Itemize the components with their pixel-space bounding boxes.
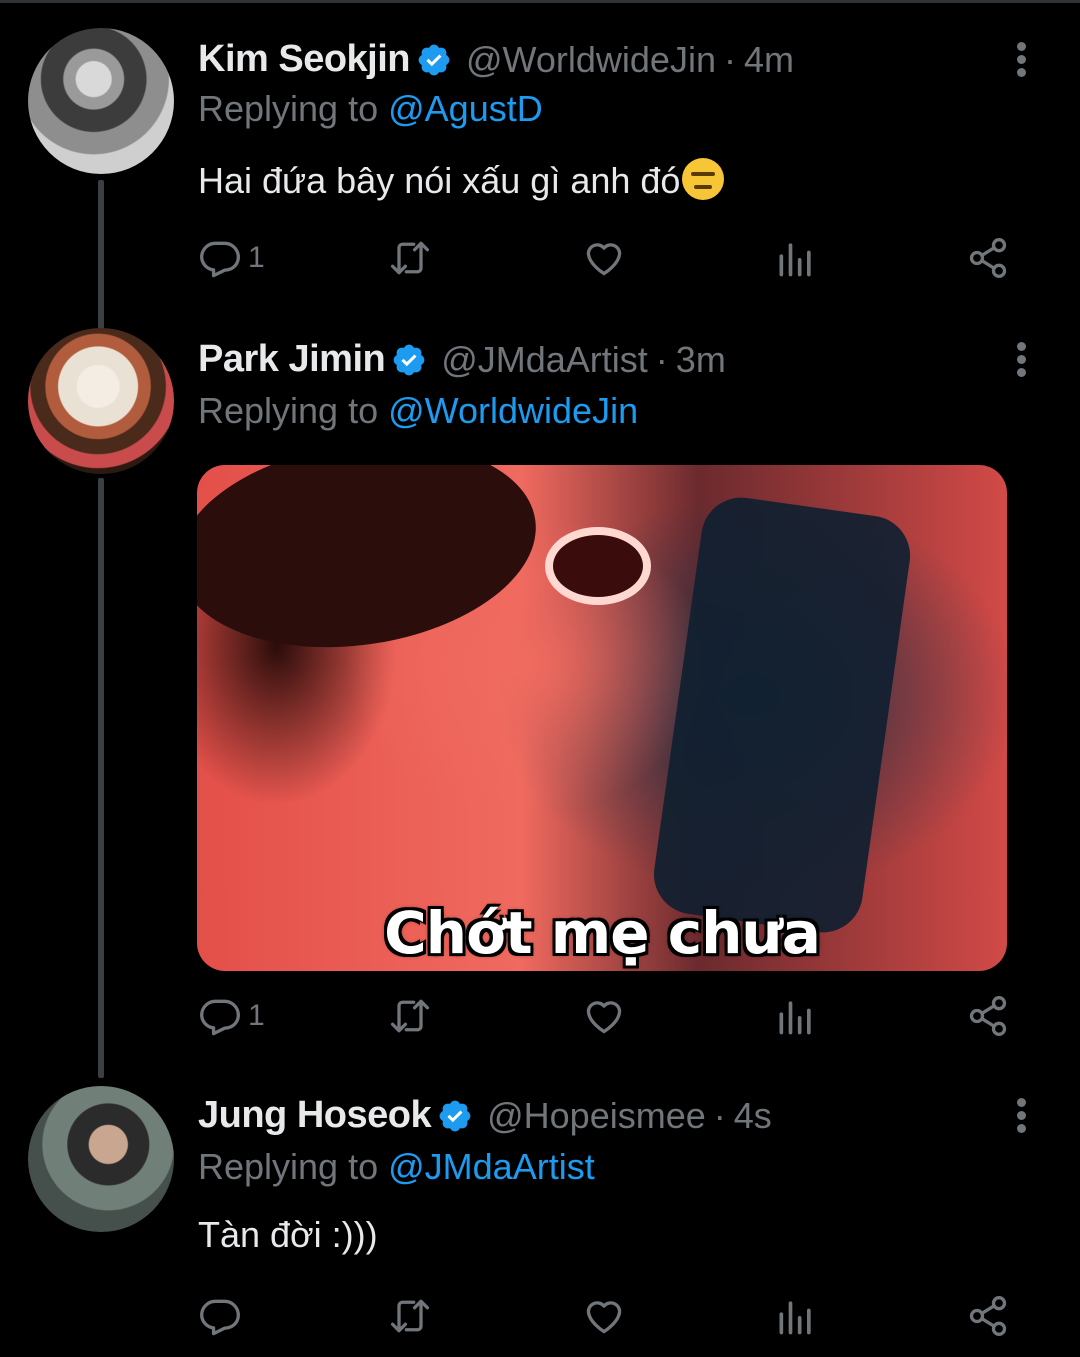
share-button[interactable] — [966, 994, 1010, 1038]
heart-icon — [582, 994, 626, 1038]
retweet-button[interactable] — [388, 236, 432, 280]
like-button[interactable] — [582, 1294, 626, 1338]
reply-button[interactable]: 1 — [198, 236, 265, 280]
tweet-actions — [198, 1294, 1018, 1342]
tweet-text: Hai đứa bây nói xấu gì anh đó — [198, 158, 725, 202]
reply-count: 1 — [248, 999, 265, 1032]
reply-icon — [198, 236, 242, 280]
heart-icon — [582, 1294, 626, 1338]
verified-badge-icon — [437, 1098, 473, 1134]
retweet-button[interactable] — [388, 994, 432, 1038]
retweet-icon — [388, 994, 432, 1038]
tweet-text-content: Tàn đời :))) — [198, 1214, 378, 1255]
replying-to-label: Replying to — [198, 390, 379, 431]
tweet-actions: 1 — [198, 994, 1018, 1042]
like-button[interactable] — [582, 236, 626, 280]
timestamp[interactable]: 3m — [676, 339, 726, 381]
reply-count: 1 — [248, 241, 265, 274]
display-name[interactable]: Kim Seokjin — [198, 38, 411, 81]
media-mouth-shape — [545, 527, 651, 605]
share-button[interactable] — [966, 236, 1010, 280]
display-name[interactable]: Jung Hoseok — [198, 1094, 432, 1137]
verified-badge-icon — [391, 342, 427, 378]
tweet-header: Park Jimin @JMdaArtist · 3m — [198, 338, 726, 381]
user-handle[interactable]: @Hopeismee — [487, 1095, 706, 1137]
tweet-header: Jung Hoseok @Hopeismee · 4s — [198, 1094, 772, 1137]
avatar[interactable] — [28, 328, 174, 474]
stats-icon — [774, 1294, 818, 1338]
reply-to-mention-link[interactable]: @WorldwideJin — [388, 390, 638, 431]
reply-button[interactable] — [198, 1294, 248, 1338]
media-caption: Chớt mẹ chưa — [384, 899, 821, 967]
reply-button[interactable]: 1 — [198, 994, 265, 1038]
share-icon — [966, 1294, 1010, 1338]
replying-to: Replying to @WorldwideJin — [198, 390, 638, 432]
thread-connector-line — [98, 478, 104, 1078]
stats-icon — [774, 994, 818, 1038]
tweet-header: Kim Seokjin @WorldwideJin · 4m — [198, 38, 794, 81]
share-icon — [966, 994, 1010, 1038]
expressionless-face-icon — [682, 158, 725, 200]
verified-badge-icon — [416, 42, 452, 78]
replying-to-label: Replying to — [198, 88, 379, 129]
tweet-text: Tàn đời :))) — [198, 1214, 378, 1256]
reply-to-mention-link[interactable]: @JMdaArtist — [388, 1146, 595, 1187]
avatar[interactable] — [28, 1086, 174, 1232]
display-name[interactable]: Park Jimin — [198, 338, 386, 381]
retweet-icon — [388, 236, 432, 280]
more-options-icon[interactable] — [1012, 1098, 1030, 1137]
tweet-media-image[interactable]: Chớt mẹ chưa — [197, 465, 1007, 971]
separator-dot: · — [713, 1094, 726, 1136]
reply-icon — [198, 994, 242, 1038]
media-microphone-shape — [648, 492, 916, 938]
heart-icon — [582, 236, 626, 280]
more-options-icon[interactable] — [1012, 342, 1030, 381]
tweet-text-content: Hai đứa bây nói xấu gì anh đó — [198, 160, 681, 201]
replying-to-label: Replying to — [198, 1146, 379, 1187]
replying-to: Replying to @JMdaArtist — [198, 1146, 595, 1188]
separator-dot: · — [655, 338, 668, 380]
more-options-icon[interactable] — [1012, 42, 1030, 81]
media-hair-shape — [197, 465, 550, 670]
retweet-button[interactable] — [388, 1294, 432, 1338]
top-divider — [0, 0, 1080, 3]
view-stats-button[interactable] — [774, 994, 818, 1038]
tweet-actions: 1 — [198, 236, 1018, 284]
retweet-icon — [388, 1294, 432, 1338]
like-button[interactable] — [582, 994, 626, 1038]
reply-icon — [198, 1294, 242, 1338]
share-icon — [966, 236, 1010, 280]
timestamp[interactable]: 4s — [734, 1095, 772, 1137]
thread-connector-line — [98, 180, 104, 330]
user-handle[interactable]: @JMdaArtist — [441, 339, 648, 381]
timestamp[interactable]: 4m — [744, 39, 794, 81]
avatar[interactable] — [28, 28, 174, 174]
view-stats-button[interactable] — [774, 1294, 818, 1338]
view-stats-button[interactable] — [774, 236, 818, 280]
user-handle[interactable]: @WorldwideJin — [466, 39, 716, 81]
separator-dot: · — [723, 38, 736, 80]
stats-icon — [774, 236, 818, 280]
replying-to: Replying to @AgustD — [198, 88, 543, 130]
share-button[interactable] — [966, 1294, 1010, 1338]
reply-to-mention-link[interactable]: @AgustD — [388, 88, 543, 129]
